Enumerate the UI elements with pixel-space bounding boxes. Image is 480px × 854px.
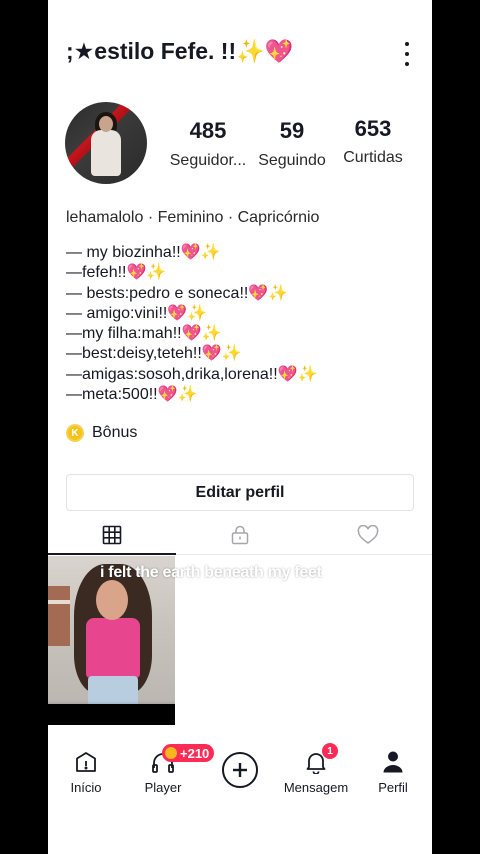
likes-count: 653 <box>354 116 392 141</box>
bell-icon <box>281 748 351 776</box>
active-tab-indicator <box>48 553 176 555</box>
nav-home[interactable]: Início <box>51 748 121 795</box>
avatar[interactable] <box>65 102 147 184</box>
bottom-navigation: Início Player +210 Mensagem 1 Perfil <box>48 738 432 808</box>
bio-line: —my filha:mah!!💖✨ <box>66 325 222 343</box>
bio-line: —amigas:sosoh,drika,lorena!!💖✨ <box>66 365 318 383</box>
followers-count: 485 <box>189 118 227 143</box>
followers-stat[interactable]: 485 Seguidor... <box>166 118 250 170</box>
bonus-link[interactable]: K Bônus <box>66 424 137 442</box>
video-caption: i felt the earth beneath my feet <box>100 564 322 581</box>
followers-label: Seguidor... <box>169 152 247 169</box>
bio-line: — bests:pedro e soneca!!💖✨ <box>66 284 289 302</box>
likes-label: Curtidas <box>343 149 403 166</box>
bio-line: —best:deisy,teteh!!💖✨ <box>66 345 242 363</box>
grid-icon[interactable] <box>100 523 124 547</box>
profile-meta: lehamalolo · Feminino · Capricórnio <box>66 209 320 226</box>
profile-tabs <box>48 515 432 555</box>
messages-badge: 1 <box>322 743 338 759</box>
profile-header: ;★estilo Fefe. !!✨💖 <box>48 0 432 100</box>
coin-icon <box>165 747 177 759</box>
bonus-label: Bônus <box>92 424 138 441</box>
nav-messages[interactable]: Mensagem <box>281 748 351 795</box>
coin-icon: K <box>66 424 84 442</box>
edit-profile-button[interactable]: Editar perfil <box>66 474 414 511</box>
nav-profile[interactable]: Perfil <box>358 748 428 795</box>
nav-messages-label: Mensagem <box>283 780 349 795</box>
lock-icon[interactable] <box>228 523 252 547</box>
nav-profile-label: Perfil <box>378 780 408 795</box>
nav-home-label: Início <box>70 780 102 795</box>
following-count: 59 <box>279 118 305 143</box>
player-reward-value: +210 <box>180 745 210 761</box>
bio-line: — amigo:vini!!💖✨ <box>66 304 208 322</box>
bio-line: —meta:500!!💖✨ <box>66 386 198 404</box>
bio-line: —fefeh!!💖✨ <box>66 264 167 282</box>
heart-icon[interactable] <box>356 523 380 547</box>
likes-stat[interactable]: 653 Curtidas <box>338 116 408 167</box>
create-button[interactable] <box>222 752 258 788</box>
bio-line: — my biozinha!!💖✨ <box>66 244 221 261</box>
nav-player-label: Player <box>144 780 182 795</box>
home-icon <box>51 748 121 776</box>
video-bottom-bar <box>48 704 175 725</box>
following-stat[interactable]: 59 Seguindo <box>253 118 331 170</box>
person-icon <box>358 748 428 776</box>
following-label: Seguindo <box>258 152 326 169</box>
app-screen: ;★estilo Fefe. !!✨💖 485 Seguidor... 59 S… <box>48 0 432 854</box>
player-reward-badge: +210 <box>162 744 215 762</box>
more-options-icon[interactable] <box>400 40 414 68</box>
profile-title: ;★estilo Fefe. !!✨💖 <box>66 38 294 64</box>
profile-bio: — my biozinha!!💖✨ —fefeh!!💖✨ — bests:ped… <box>66 243 318 405</box>
